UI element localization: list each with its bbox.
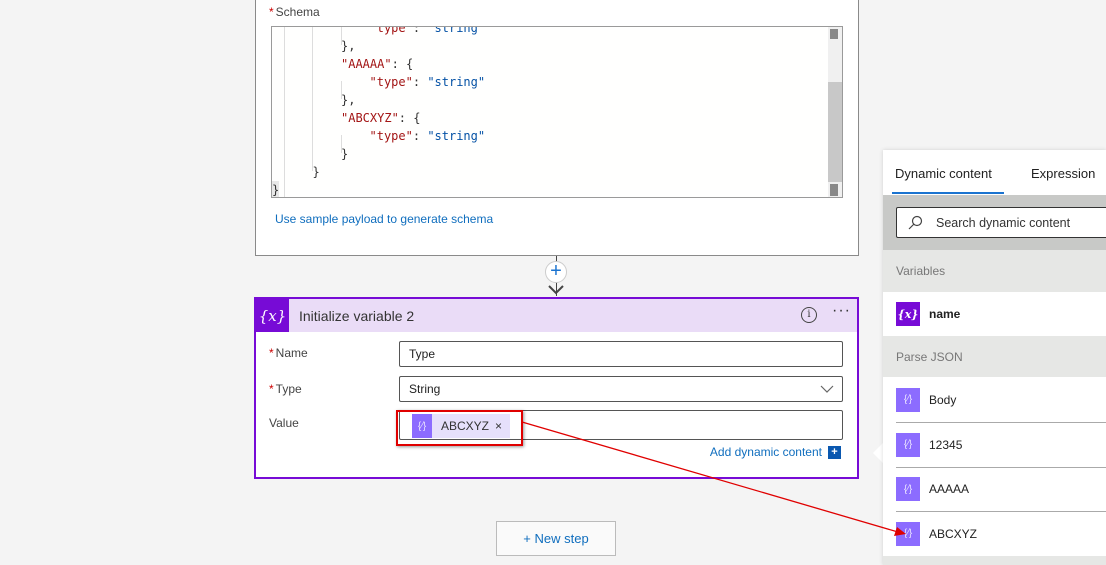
variable-icon: {x}	[256, 299, 289, 332]
schema-code-line: }	[341, 147, 349, 161]
item-label: ABCXYZ	[929, 526, 978, 541]
parse-json-icon: {∕}	[896, 387, 920, 412]
search-area: Search dynamic content	[883, 195, 1106, 250]
list-item[interactable]: {x} name	[883, 292, 1106, 336]
plus-icon: +	[550, 260, 562, 282]
panel-pointer	[873, 443, 883, 463]
card-header[interactable]: {x} Initialize variable 2 i ···	[256, 299, 857, 332]
type-label: * Type	[269, 382, 302, 396]
add-dynamic-content-plus-icon[interactable]: +	[828, 446, 841, 459]
parse-json-icon: {∕}	[896, 521, 920, 546]
value-label: Value	[269, 416, 299, 430]
search-placeholder: Search dynamic content	[936, 215, 1071, 230]
parse-json-icon: {∕}	[896, 432, 920, 457]
item-label: AAAAA	[929, 482, 970, 496]
card-title: Initialize variable 2	[299, 308, 415, 324]
section-header-variables: Variables	[883, 250, 1106, 292]
section-header-parse-json: Parse JSON	[883, 336, 1106, 377]
type-selected-value: String	[409, 382, 441, 396]
parse-json-icon: {∕}	[896, 477, 920, 501]
insert-step-button[interactable]: +	[545, 261, 567, 283]
schema-code-line: "AAAAA": {	[341, 57, 414, 71]
dynamic-content-panel: Dynamic content Expression Search dynami…	[883, 150, 1106, 565]
schema-code-line: "type": "string"	[369, 129, 486, 143]
info-icon[interactable]: i	[801, 307, 817, 323]
item-label: name	[929, 307, 961, 321]
arrow-down-icon	[548, 285, 564, 295]
schema-code-line: "ABCXYZ": {	[341, 111, 421, 125]
schema-code-line: },	[341, 39, 356, 53]
search-icon	[908, 215, 923, 229]
schema-code-line: "type": "string"	[369, 75, 486, 89]
item-label: 12345	[929, 437, 963, 452]
add-dynamic-content-link[interactable]: Add dynamic content	[710, 445, 822, 459]
schema-label: * Schema	[269, 5, 320, 19]
tab-dynamic-content[interactable]: Dynamic content	[895, 166, 992, 181]
list-item[interactable]: {∕} 12345	[883, 422, 1106, 467]
editor-scrollbar[interactable]	[828, 27, 842, 197]
schema-code-line: }	[272, 181, 280, 197]
new-step-button[interactable]: + New step	[496, 521, 616, 556]
tab-expression[interactable]: Expression	[1031, 166, 1095, 181]
more-options-icon[interactable]: ···	[832, 302, 851, 320]
schema-code-line: }	[312, 165, 320, 179]
list-item[interactable]: {∕} AAAAA	[883, 467, 1106, 511]
search-input[interactable]: Search dynamic content	[896, 207, 1106, 238]
type-select[interactable]: String	[399, 376, 843, 402]
section-footer	[883, 556, 1106, 565]
item-label: Body	[929, 392, 957, 407]
schema-code-line: "type": "string"	[369, 26, 486, 35]
name-label: * Name	[269, 346, 308, 360]
sample-payload-link[interactable]: Use sample payload to generate schema	[275, 212, 493, 226]
annotation-highlight-box	[396, 410, 523, 446]
initialize-variable-card: {x} Initialize variable 2 i ··· * Name Ty…	[254, 297, 859, 479]
schema-editor[interactable]: "type": "string"}, "AAAAA": { "type": "str…	[271, 26, 843, 198]
variable-icon: {x}	[896, 302, 920, 326]
chevron-down-icon	[820, 385, 834, 393]
list-item[interactable]: {∕} Body	[883, 377, 1106, 422]
schema-code-line: },	[341, 93, 356, 107]
name-input[interactable]: Type	[399, 341, 843, 367]
active-tab-indicator	[892, 192, 1004, 194]
list-item[interactable]: {∕} ABCXYZ	[883, 511, 1106, 556]
